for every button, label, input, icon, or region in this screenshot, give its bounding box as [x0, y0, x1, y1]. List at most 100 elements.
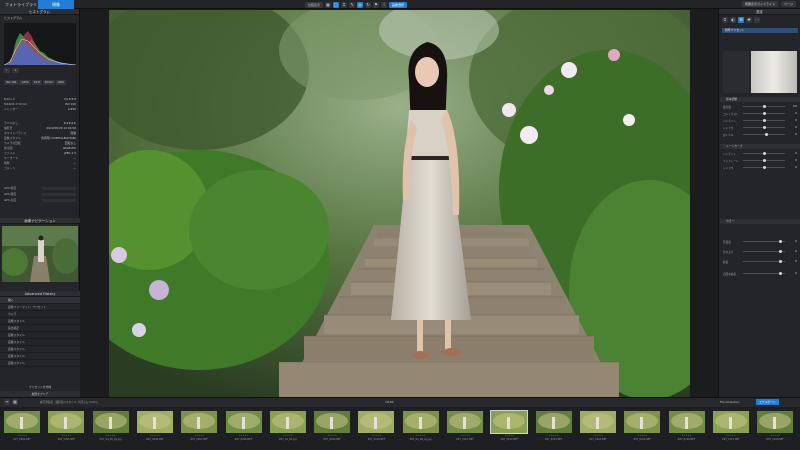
slider-knob[interactable]: [762, 111, 766, 115]
tab-photo-library[interactable]: フォトライブラリ: [0, 0, 38, 9]
thumbnail-rating[interactable]: ★★★★★: [224, 434, 264, 437]
slider-value[interactable]: 0: [787, 159, 797, 162]
chip-tag[interactable]: 1/250: [19, 80, 31, 85]
filmstrip-thumbnail[interactable]: [92, 411, 129, 433]
slider-value[interactable]: 0: [787, 250, 797, 253]
filmstrip-thumbnail[interactable]: [225, 411, 262, 433]
slider-saturation[interactable]: 彩度 0: [723, 259, 797, 264]
slider-track[interactable]: [743, 249, 785, 253]
slider-highlight[interactable]: ハイライト 0: [723, 118, 797, 123]
brush-icon[interactable]: ✎: [349, 1, 356, 8]
slider-knob[interactable]: [762, 165, 766, 169]
filter-icon[interactable]: ◐: [730, 17, 736, 23]
thumbnail-rating[interactable]: ★★★★★: [179, 434, 219, 437]
slider-contrast[interactable]: コントラスト 0: [723, 111, 797, 116]
thumbnail-rating[interactable]: ★★★★★: [356, 434, 396, 437]
section-tone-curve[interactable]: トーンカーブ: [720, 144, 800, 149]
filmstrip-thumbnail[interactable]: [624, 411, 661, 433]
filmstrip-thumbnail[interactable]: [579, 411, 616, 433]
filmstrip-thumbnail[interactable]: [269, 411, 306, 433]
filmstrip-thumbnail[interactable]: [4, 411, 40, 433]
slider-track[interactable]: [743, 151, 785, 155]
crop-icon[interactable]: ⌗: [341, 1, 348, 8]
slider-value[interactable]: 0: [787, 272, 797, 275]
slider-value[interactable]: 0: [787, 112, 797, 115]
slider-knob[interactable]: [779, 259, 783, 263]
loupe-icon[interactable]: ◎: [357, 1, 364, 8]
slider-track[interactable]: [743, 271, 785, 275]
history-item[interactable]: 画像スタイル: [0, 339, 80, 346]
slider-knob[interactable]: [762, 158, 766, 162]
filmstrip-thumbnail[interactable]: [447, 411, 483, 433]
main-photo-view[interactable]: [109, 10, 690, 397]
slider-knob[interactable]: [779, 239, 783, 243]
more-icon[interactable]: ⋯: [754, 17, 760, 23]
thumbnail-rating[interactable]: ★★★★★: [135, 434, 175, 437]
thumbnail-rating[interactable]: ★★★★★: [2, 434, 42, 437]
thumbnail-rating[interactable]: ★★★★★: [622, 434, 662, 437]
slider-tone-shadow[interactable]: シャドウ 0: [723, 165, 797, 170]
moon-icon[interactable]: ☾: [4, 68, 11, 73]
slider-track[interactable]: [743, 132, 785, 136]
chip-tag[interactable]: f/2.8: [31, 80, 42, 85]
slider-value[interactable]: 0: [787, 260, 797, 263]
slider-white-level[interactable]: 白レベル 0: [723, 132, 797, 137]
flag-icon[interactable]: ⚑: [373, 1, 380, 8]
rotate-icon[interactable]: ↻: [365, 1, 372, 8]
metadata-value[interactable]: ★★★★★: [63, 121, 76, 125]
slider-knob[interactable]: [779, 249, 783, 253]
filmstrip-thumbnail[interactable]: [48, 411, 85, 433]
filmstrip-thumbnail[interactable]: [358, 411, 395, 433]
slider-track[interactable]: [743, 259, 785, 263]
slider-knob[interactable]: [779, 271, 783, 275]
filmstrip-thumbnail[interactable]: [535, 411, 572, 433]
grid-icon[interactable]: ▦: [12, 399, 18, 405]
slider-track[interactable]: [743, 158, 785, 162]
create-preset-button[interactable]: プリセットを作成: [29, 384, 51, 390]
sun-icon[interactable]: ☀: [12, 68, 19, 73]
slider-value[interactable]: 0: [787, 240, 797, 243]
crop-icon[interactable]: ⌗: [722, 17, 728, 23]
slider-tone-mid[interactable]: ミッドトーン 0: [723, 158, 797, 163]
chip-tag[interactable]: RAW: [56, 80, 66, 85]
filmstrip-thumbnail[interactable]: [490, 410, 529, 434]
slider-knob[interactable]: [764, 132, 768, 136]
tab-develop[interactable]: 現像: [38, 0, 74, 9]
export-button[interactable]: エクスポート: [756, 399, 779, 405]
file-collection-button[interactable]: File Collection: [720, 400, 739, 404]
thumbnail-rating[interactable]: ★★★★★: [667, 434, 707, 437]
gps-field[interactable]: [42, 186, 76, 190]
thumbnail-rating[interactable]: ★★★★★: [534, 434, 574, 437]
history-item[interactable]: カメラ: [0, 311, 80, 318]
grid-icon[interactable]: ▦: [325, 1, 332, 8]
slider-value[interactable]: 0: [787, 152, 797, 155]
info-icon[interactable]: i: [381, 1, 388, 8]
adjust-icon[interactable]: ☰: [738, 17, 744, 23]
preview-thumbnail[interactable]: [751, 51, 797, 93]
filmstrip-thumbnail[interactable]: [757, 411, 794, 433]
slider-track[interactable]: [743, 125, 785, 129]
history-item[interactable]: 画像フォーマット: プリセット: [0, 304, 80, 311]
preset-thumbnail[interactable]: [723, 51, 749, 93]
slider-value[interactable]: 0: [787, 126, 797, 129]
image-select-button[interactable]: 画像選択: [389, 1, 408, 8]
chip-tag[interactable]: 50mm: [42, 80, 55, 85]
slider-value[interactable]: 0: [787, 119, 797, 122]
thumbnail-rating[interactable]: ★★★★★: [711, 434, 751, 437]
history-item[interactable]: 露出補正: [0, 325, 80, 332]
slider-temperature[interactable]: 色温度 0: [723, 239, 797, 244]
slider-knob[interactable]: [762, 104, 766, 108]
navigator-header[interactable]: 画像ナビゲーション: [0, 218, 80, 224]
gps-field[interactable]: [42, 192, 76, 196]
gps-field[interactable]: [42, 198, 76, 202]
slider-knob[interactable]: [762, 125, 766, 129]
compare-view-button[interactable]: 比較表示: [305, 1, 324, 8]
thumbnail-rating[interactable]: ★★★★★: [489, 434, 529, 437]
filmstrip-thumbnail[interactable]: [712, 411, 749, 433]
slider-value[interactable]: 0: [787, 166, 797, 169]
slider-knob[interactable]: [762, 151, 766, 155]
thumbnail-rating[interactable]: ★★★★★: [401, 434, 441, 437]
guide-light-button[interactable]: 概要表示ガイドライト: [742, 1, 779, 7]
navigator-preview[interactable]: [0, 226, 80, 282]
thumbnail-rating[interactable]: ★★★★★: [578, 434, 618, 437]
